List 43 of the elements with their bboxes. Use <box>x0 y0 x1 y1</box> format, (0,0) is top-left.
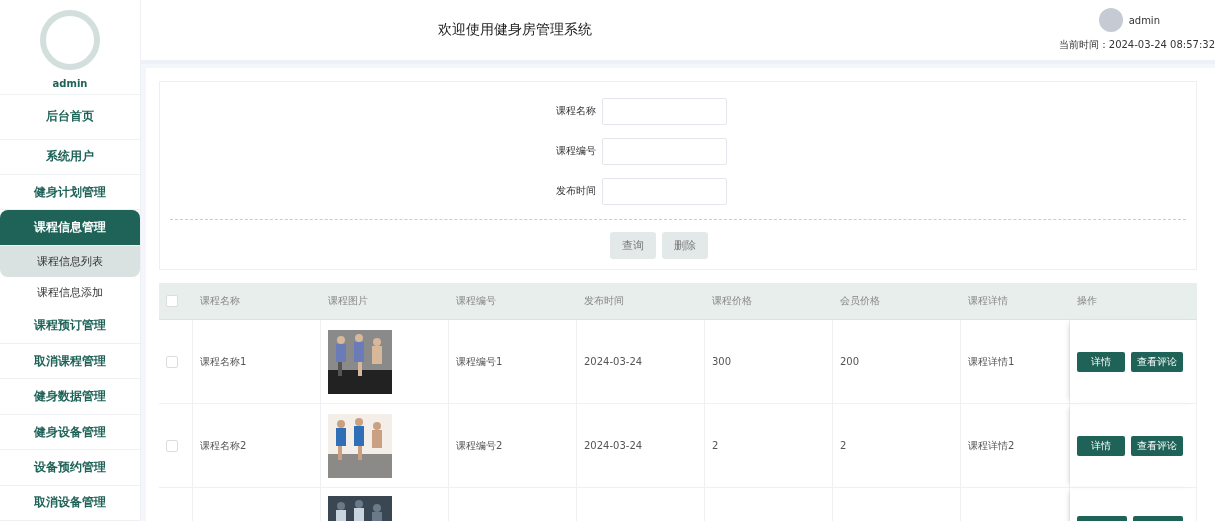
column-header: 课程名称 <box>193 283 321 320</box>
comments-button[interactable]: 查看评论 <box>1131 351 1183 372</box>
table-cell: 2 <box>712 440 719 451</box>
field-label: 课程编号 <box>554 144 596 158</box>
details-button[interactable]: 详情 <box>1077 435 1125 456</box>
column-header: 课程详情 <box>961 283 1070 320</box>
table-cell: 2 <box>840 440 847 451</box>
delete-button[interactable]: 删除 <box>662 232 708 259</box>
column-header: 课程图片 <box>321 283 449 320</box>
table-cell: 课程名称1 <box>200 354 247 369</box>
checkbox[interactable] <box>166 355 178 368</box>
table-cell: 2024-03-24 <box>584 440 643 451</box>
table-cell: 300 <box>712 356 732 367</box>
table-cell: 2024-03-24 <box>584 356 643 367</box>
column-header: 操作 <box>1070 283 1197 320</box>
input-field[interactable] <box>601 137 727 165</box>
column-header: 课程价格 <box>705 283 833 320</box>
input-field[interactable] <box>601 177 727 205</box>
details-button[interactable]: 详情 <box>1077 351 1125 372</box>
table-cell: 课程详情1 <box>968 354 1015 369</box>
column-header: 课程编号 <box>449 283 577 320</box>
field-label: 课程名称 <box>554 104 596 118</box>
comments-button[interactable]: 查看评论 <box>1131 435 1183 456</box>
page-title: 欢迎使用健身房管理系统 <box>438 21 592 39</box>
table-cell: 课程编号1 <box>456 354 503 369</box>
column-header: 会员价格 <box>833 283 961 320</box>
avatar-icon <box>40 10 100 70</box>
menu-item[interactable]: 课程信息管理 <box>0 210 140 246</box>
column-header: 发布时间 <box>577 283 705 320</box>
field-label: 发布时间 <box>554 184 596 198</box>
checkbox[interactable] <box>166 295 178 307</box>
user-name: admin <box>52 78 88 89</box>
table-cell: 200 <box>840 356 860 367</box>
submenu-item[interactable]: 课程信息列表 <box>0 245 140 278</box>
avatar-icon <box>1098 8 1123 32</box>
checkbox[interactable] <box>166 439 178 452</box>
input-field[interactable] <box>601 97 727 125</box>
table-cell: 课程名称2 <box>200 438 247 453</box>
table-cell: 课程详情2 <box>968 438 1015 453</box>
user-name: admin <box>1128 14 1160 26</box>
table-cell: 课程编号2 <box>456 438 503 453</box>
current-time: 当前时间：2024-03-24 08:57:32 <box>1058 38 1215 52</box>
search-button[interactable]: 查询 <box>610 232 656 259</box>
